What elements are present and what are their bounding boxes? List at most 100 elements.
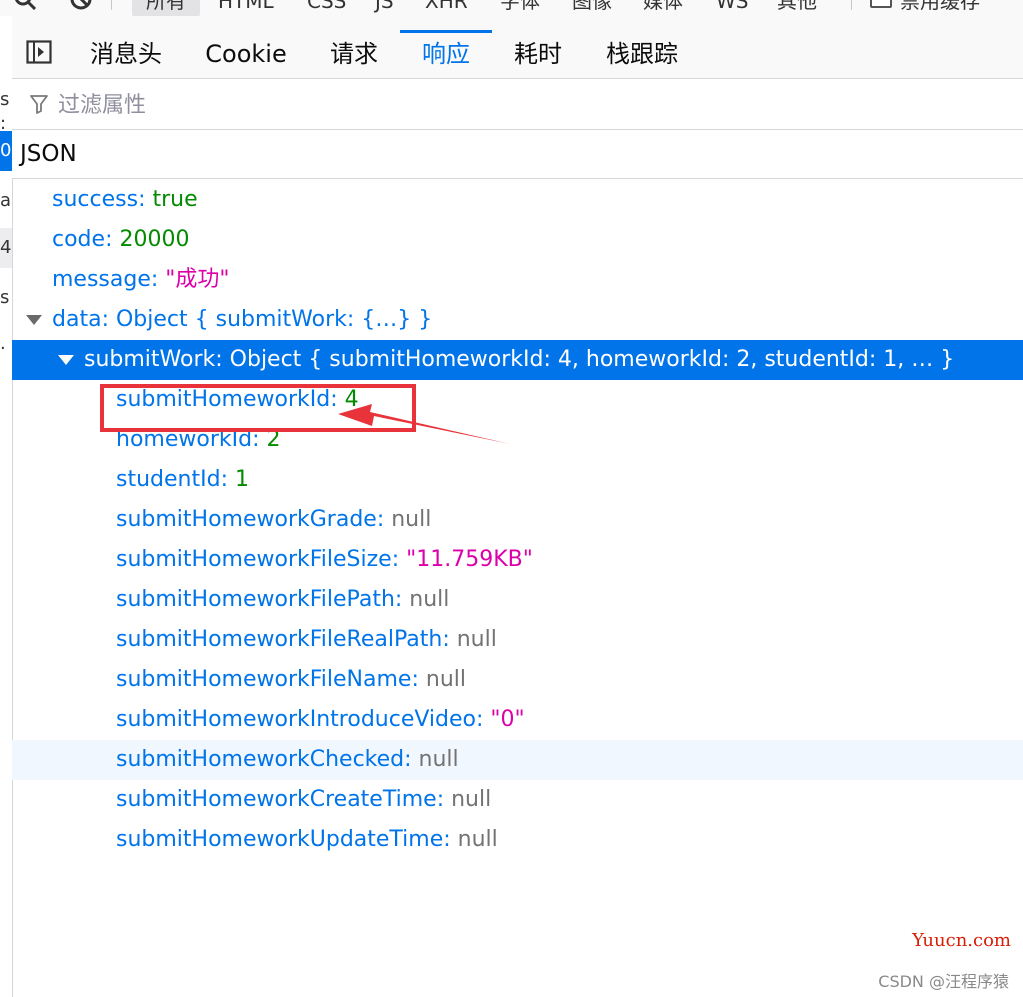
tab-cookies[interactable]: Cookie [194,30,298,78]
tree-key: submitWork [84,347,216,372]
tree-row-success[interactable]: success: true [12,180,1023,220]
filter-xhr[interactable]: XHR [425,0,468,16]
tree-colon: : [443,827,458,852]
search-icon[interactable] [14,0,36,10]
filter-properties-bar [12,79,1023,130]
watermark-site: Yuucn.com [912,930,1011,951]
tree-key: success [52,187,139,212]
filter-icon [30,95,48,114]
tree-colon: : [215,347,230,372]
tree-value: null [457,827,498,852]
request-row[interactable]: a [0,181,12,221]
tree-key: submitHomeworkFileRealPath [116,627,443,652]
filter-images[interactable]: 图像 [572,0,612,16]
tree-key: studentId [116,467,221,492]
tree-row-field[interactable]: studentId: 1 [12,460,1023,500]
request-row-text: . [0,333,6,354]
filter-properties-input[interactable] [56,87,1000,123]
tab-request[interactable]: 请求 [318,30,390,78]
tree-colon: : [330,387,345,412]
toolbar-separator [111,0,112,10]
tree-colon: : [138,187,153,212]
tree-row-data[interactable]: data: Object { submitWork: {…} } [12,300,1023,340]
request-row-selected[interactable]: 0 [0,131,12,171]
tree-colon: : [220,467,235,492]
tab-label: 消息头 [90,40,162,68]
tree-key: submitHomeworkCreateTime [116,787,437,812]
filter-html[interactable]: HTML [218,0,274,16]
tree-row-field[interactable]: submitHomeworkChecked: null [12,740,1023,780]
toggle-sidebar-icon[interactable] [26,40,52,64]
tree-value: 1 [234,467,249,492]
tree-key: submitHomeworkId [116,387,331,412]
tab-response[interactable]: 响应 [400,30,492,78]
disable-cache-label: 禁用缓存 [900,0,980,13]
request-row-text: s [0,287,10,308]
tree-row-field[interactable]: submitHomeworkFileRealPath: null [12,620,1023,660]
json-tree: success: true code: 20000 message: "成功" … [12,180,1023,860]
tree-row-message[interactable]: message: "成功" [12,260,1023,300]
filter-all[interactable]: 所有 [132,0,200,16]
tree-row-field[interactable]: submitHomeworkCreateTime: null [12,780,1023,820]
filter-css[interactable]: CSS [307,0,346,16]
tree-key: data [52,307,102,332]
request-row[interactable]: s [0,278,12,318]
tab-timings[interactable]: 耗时 [502,30,574,78]
tree-key: message [52,267,151,292]
tree-key: submitHomeworkIntroduceVideo [116,707,477,732]
tree-colon: : [101,307,116,332]
filter-js[interactable]: JS [375,0,394,16]
tree-row-field[interactable]: submitHomeworkIntroduceVideo: "0" [12,700,1023,740]
tree-value: null [425,667,466,692]
request-type-filter-bar: 所有 HTML CSS JS XHR 字体 图像 媒体 WS 其他 禁用缓存 [0,0,1023,16]
filter-other[interactable]: 其他 [777,0,817,16]
tree-colon: : [252,427,267,452]
devtools-network-response-panel: 所有 HTML CSS JS XHR 字体 图像 媒体 WS 其他 禁用缓存 s… [0,0,1023,997]
tree-key: homeworkId [116,427,253,452]
tree-value: null [451,787,492,812]
tree-row-field[interactable]: submitHomeworkGrade: null [12,500,1023,540]
tree-key: submitHomeworkUpdateTime [116,827,444,852]
tab-label: 栈跟踪 [606,40,678,68]
filter-ws[interactable]: WS [716,0,748,16]
tree-key: code [52,227,106,252]
tree-key: submitHomeworkFileSize [116,547,392,572]
tree-colon: : [476,707,491,732]
tree-row-field[interactable]: submitHomeworkFileSize: "11.759KB" [12,540,1023,580]
filter-media[interactable]: 媒体 [643,0,683,16]
request-row-text: a [0,190,12,211]
tree-value: 20000 [119,227,190,252]
tree-row-submitwork[interactable]: submitWork: Object { submitHomeworkId: 4… [12,340,1023,380]
tree-colon: : [404,747,419,772]
tree-colon: : [105,227,120,252]
tab-headers[interactable]: 消息头 [78,30,174,78]
tree-row-field[interactable]: submitHomeworkUpdateTime: null [12,820,1023,860]
toolbar-separator [851,0,852,10]
tab-stack-trace[interactable]: 栈跟踪 [594,30,690,78]
tree-row-field[interactable]: submitHomeworkFileName: null [12,660,1023,700]
tree-value: null [456,627,497,652]
expand-arrow-icon[interactable] [58,355,74,365]
tree-colon: : [442,627,457,652]
filter-fonts[interactable]: 字体 [500,0,540,16]
tree-value: 2 [266,427,281,452]
tab-label: 请求 [330,40,378,68]
tree-row-field[interactable]: submitHomeworkFilePath: null [12,580,1023,620]
tree-row-code[interactable]: code: 20000 [12,220,1023,260]
tree-value: 4 [344,387,359,412]
disable-cache-checkbox[interactable] [870,0,892,8]
tree-value: "成功" [165,267,230,292]
tree-row-field[interactable]: submitHomeworkId: 4 [12,380,1023,420]
tree-colon: : [150,267,166,292]
json-section-header[interactable]: JSON [12,130,1023,179]
expand-arrow-icon[interactable] [26,315,42,325]
request-row[interactable]: 4 [0,228,12,268]
block-icon[interactable] [70,0,92,10]
tree-key: submitHomeworkChecked [116,747,405,772]
section-title: JSON [20,141,77,167]
request-row[interactable]: . [0,324,12,364]
tree-value: "0" [490,707,525,732]
tree-value: null [409,587,450,612]
tree-row-field[interactable]: homeworkId: 2 [12,420,1023,460]
tree-colon: : [411,667,426,692]
